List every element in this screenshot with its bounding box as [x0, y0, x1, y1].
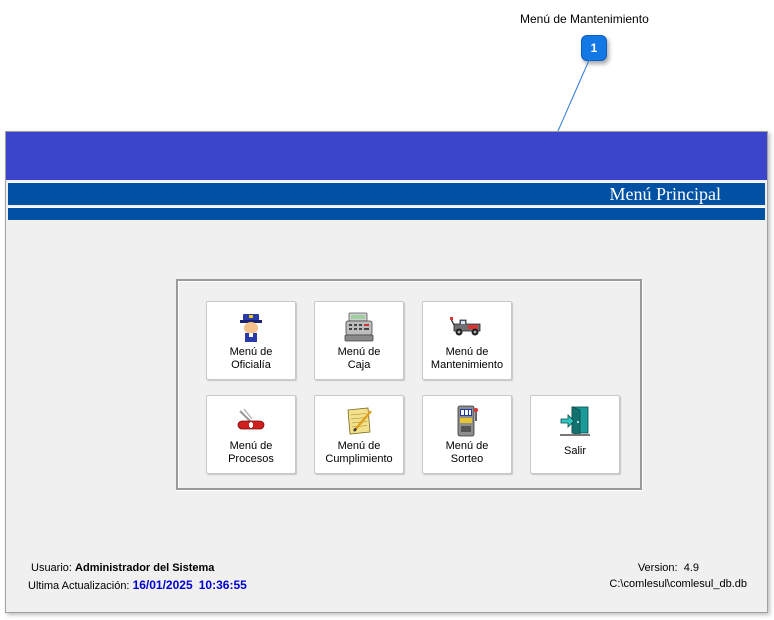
procesos-menu-button[interactable]: Menú de Procesos	[206, 395, 296, 474]
cumplimiento-menu-button[interactable]: Menú de Cumplimiento	[314, 395, 404, 474]
callout-label: Menú de Mantenimiento	[520, 12, 649, 26]
version-label: Version:	[637, 562, 678, 574]
mantenimiento-menu-button[interactable]: Menú de Mantenimiento	[422, 301, 512, 380]
main-window: Menú Principal Menú de Oficialía Menú de…	[5, 131, 768, 613]
tow-truck-icon	[450, 317, 481, 336]
user-label: Usuario:	[31, 562, 72, 574]
window-title: Menú Principal	[609, 184, 721, 204]
slot-machine-icon	[457, 405, 478, 437]
header-band	[6, 132, 767, 180]
exit-door-icon	[560, 406, 590, 436]
callout-badge: 1	[581, 35, 607, 61]
update-label: Ultima Actualización:	[28, 580, 130, 592]
last-update-status: Ultima Actualización: 16/01/2025 10:36:5…	[28, 578, 247, 592]
update-time: 10:36:55	[198, 578, 247, 592]
sorteo-menu-button[interactable]: Menú de Sorteo	[422, 395, 512, 474]
button-label: Menú de Sorteo	[445, 440, 489, 465]
menu-panel: Menú de Oficialía Menú de Caja Menú de M…	[176, 279, 642, 490]
title-bar: Menú Principal	[8, 182, 765, 205]
database-path: C:\comlesul\comlesul_db.db	[609, 578, 747, 590]
button-label: Menú de Caja	[337, 346, 381, 371]
officer-icon	[240, 314, 262, 342]
button-label: Menú de Mantenimiento	[430, 346, 504, 371]
button-label: Menú de Cumplimiento	[325, 440, 393, 465]
salir-button[interactable]: Salir	[530, 395, 620, 474]
button-label: Salir	[563, 445, 586, 457]
button-label: Menú de Procesos	[228, 440, 274, 465]
user-status: Usuario: Administrador del Sistema	[31, 562, 214, 574]
user-name: Administrador del Sistema	[75, 562, 215, 574]
oficialia-menu-button[interactable]: Menú de Oficialía	[206, 301, 296, 380]
button-label: Menú de Oficialía	[229, 346, 273, 371]
version-value: 4.9	[683, 562, 699, 574]
caja-menu-button[interactable]: Menú de Caja	[314, 301, 404, 380]
cash-register-icon	[344, 312, 374, 342]
sub-header-band	[8, 207, 765, 220]
version-status: Version: 4.9	[638, 562, 699, 574]
swiss-knife-icon	[237, 408, 265, 430]
notepad-pencil-icon	[347, 407, 372, 435]
update-date: 16/01/2025	[132, 578, 193, 592]
